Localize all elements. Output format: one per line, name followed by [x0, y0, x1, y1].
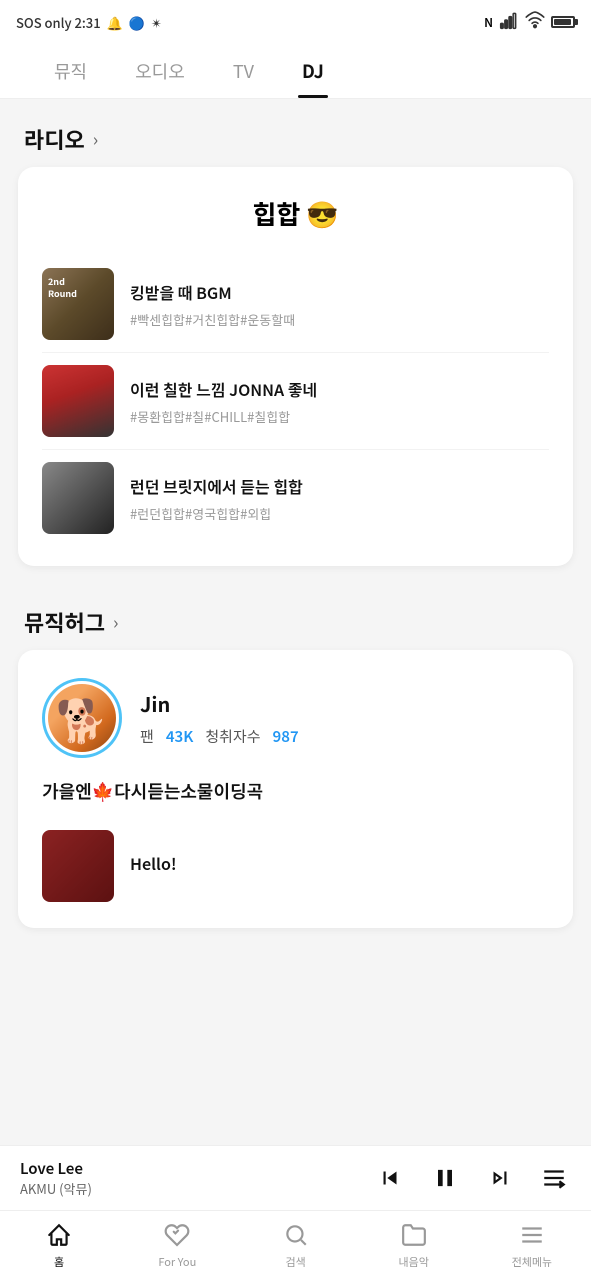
menu-icon [519, 1222, 545, 1250]
playlist-item[interactable]: 이런 칠한 느낌 JONNA 좋네 #몽환힙합#칠#CHILL#칠힙합 [42, 353, 549, 450]
playlist-thumb-3 [42, 462, 114, 534]
tab-audio[interactable]: 오디오 [111, 44, 209, 98]
heart-icon [164, 1222, 190, 1250]
status-bar: SOS only 2:31 🔔 🔵 ✴ N [0, 0, 591, 44]
signal-icon [499, 10, 519, 34]
playlist-thumb-1 [42, 268, 114, 340]
status-text: SOS only 2:31 [16, 13, 101, 32]
fans-label: 팬 [140, 726, 154, 747]
muzichug-arrow[interactable]: › [113, 609, 118, 635]
nav-foryou[interactable]: For You [118, 1211, 236, 1280]
playlist-name-1: 킹받을 때 BGM [130, 280, 549, 304]
radio-section-header: 라디오 › [0, 99, 591, 167]
radio-card-title: 힙합 😎 [42, 195, 549, 232]
main-content: 라디오 › 힙합 😎 킹받을 때 BGM #빡센힙합#거친힙합#운동할때 이런 … [0, 99, 591, 1068]
dj-post-name: Hello! [130, 851, 549, 875]
prev-button[interactable] [373, 1161, 407, 1195]
tab-dj[interactable]: DJ [278, 44, 348, 98]
playlist-name-2: 이런 칠한 느낌 JONNA 좋네 [130, 377, 549, 401]
playlist-tags-1: #빡센힙합#거친힙합#운동할때 [130, 310, 549, 329]
pause-button[interactable] [427, 1160, 463, 1196]
playlist-tags-3: #런던힙합#영국힙합#외힙 [130, 504, 549, 523]
muzichug-title: 뮤직허그 [24, 606, 105, 638]
now-playing-artist: AKMU (악뮤) [20, 1179, 357, 1198]
nav-mylibrary[interactable]: 내음악 [355, 1211, 473, 1280]
playlist-info-3: 런던 브릿지에서 듣는 힙합 #런던힙합#영국힙합#외힙 [130, 474, 549, 523]
tab-tv[interactable]: TV [209, 44, 278, 98]
next-button[interactable] [483, 1161, 517, 1195]
tab-music[interactable]: 뮤직 [30, 44, 111, 98]
listeners-count: 987 [273, 726, 299, 747]
radio-title: 라디오 [24, 123, 85, 155]
nav-foryou-label: For You [158, 1254, 196, 1270]
bottom-nav: 홈 For You 검색 내음악 [0, 1210, 591, 1280]
muzichug-card: Jin 팬 43K 청취자수 987 가을엔🍁다시듣는소물이딩곡 Hello! [18, 650, 573, 928]
folder-icon [401, 1222, 427, 1250]
playlist-name-3: 런던 브릿지에서 듣는 힙합 [130, 474, 549, 498]
dj-avatar [48, 684, 116, 752]
top-nav: 뮤직 오디오 TV DJ [0, 44, 591, 99]
dj-post-item[interactable]: Hello! [42, 818, 549, 908]
playlist-thumb-2 [42, 365, 114, 437]
nav-menu[interactable]: 전체메뉴 [473, 1211, 591, 1280]
status-right: N [484, 10, 575, 34]
now-playing-bar: Love Lee AKMU (악뮤) [0, 1145, 591, 1210]
nav-mylibrary-label: 내음악 [399, 1254, 429, 1270]
playlist-info-1: 킹받을 때 BGM #빡센힙합#거친힙합#운동할때 [130, 280, 549, 329]
queue-button[interactable] [537, 1161, 571, 1195]
dj-post-info: Hello! [130, 851, 549, 881]
star-icon: ✴ [151, 13, 162, 32]
dj-info: Jin 팬 43K 청취자수 987 [140, 689, 299, 747]
nfc-icon: N [484, 14, 493, 31]
radio-arrow[interactable]: › [93, 126, 98, 152]
radio-card: 힙합 😎 킹받을 때 BGM #빡센힙합#거친힙합#운동할때 이런 칠한 느낌 … [18, 167, 573, 566]
fans-count: 43K [166, 726, 194, 747]
nav-search[interactable]: 검색 [236, 1211, 354, 1280]
playlist-info-2: 이런 칠한 느낌 JONNA 좋네 #몽환힙합#칠#CHILL#칠힙합 [130, 377, 549, 426]
now-playing-title: Love Lee [20, 1158, 357, 1179]
dj-post-thumb [42, 830, 114, 902]
battery-icon [551, 16, 575, 28]
status-left: SOS only 2:31 🔔 🔵 ✴ [16, 13, 162, 32]
vpn-icon: 🔵 [129, 13, 145, 32]
dj-avatar-wrapper [42, 678, 122, 758]
nav-home-label: 홈 [54, 1254, 64, 1270]
nav-menu-label: 전체메뉴 [512, 1254, 552, 1270]
wifi-icon [525, 10, 545, 34]
search-icon [283, 1222, 309, 1250]
muzichug-section-header: 뮤직허그 › [0, 582, 591, 650]
playlist-tags-2: #몽환힙합#칠#CHILL#칠힙합 [130, 407, 549, 426]
home-icon [46, 1222, 72, 1250]
nav-home[interactable]: 홈 [0, 1211, 118, 1280]
dj-name: Jin [140, 689, 299, 718]
now-playing-info: Love Lee AKMU (악뮤) [20, 1158, 357, 1198]
bell-icon: 🔔 [107, 13, 123, 32]
dj-stats: 팬 43K 청취자수 987 [140, 726, 299, 747]
player-controls [373, 1160, 571, 1196]
dj-profile: Jin 팬 43K 청취자수 987 [42, 678, 549, 758]
nav-search-label: 검색 [285, 1254, 305, 1270]
listeners-label: 청취자수 [205, 726, 260, 747]
playlist-item[interactable]: 런던 브릿지에서 듣는 힙합 #런던힙합#영국힙합#외힙 [42, 450, 549, 546]
dj-post-title: 가을엔🍁다시듣는소물이딩곡 [42, 778, 549, 804]
playlist-item[interactable]: 킹받을 때 BGM #빡센힙합#거친힙합#운동할때 [42, 256, 549, 353]
